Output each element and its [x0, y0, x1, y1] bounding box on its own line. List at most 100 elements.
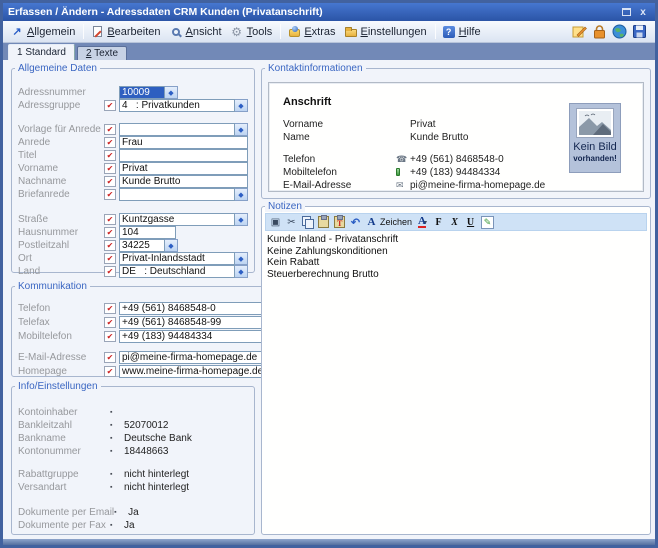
- folder-icon: [344, 25, 358, 38]
- edit-check-icon[interactable]: [104, 176, 116, 187]
- menu-bearbeiten[interactable]: Bearbeiten: [87, 23, 165, 40]
- italic-button[interactable]: X: [449, 215, 460, 229]
- font-color-button[interactable]: A ▾: [417, 215, 428, 229]
- edit-check-icon[interactable]: [104, 227, 116, 238]
- extras-box-icon: [287, 25, 301, 38]
- telefon-input[interactable]: +49 (561) 8468548-0: [119, 302, 266, 315]
- mobiltelefon-input[interactable]: +49 (183) 94484334: [119, 330, 266, 343]
- cut-icon[interactable]: [286, 215, 297, 229]
- adressnummer-input[interactable]: 10009: [119, 86, 165, 99]
- menu-ansicht[interactable]: Ansicht: [166, 23, 227, 40]
- bullet-icon: ▪: [110, 471, 124, 478]
- contact-note-pen-icon[interactable]: [572, 24, 587, 39]
- field-row-adressgruppe: Adressgruppe 4 : Privatkunden: [18, 100, 248, 111]
- paste-text-icon[interactable]: T: [334, 216, 345, 228]
- window-title: Erfassen / Ändern - Adressdaten CRM Kund…: [8, 6, 616, 18]
- menu-tools[interactable]: Tools: [227, 23, 278, 40]
- lock-icon[interactable]: [592, 24, 607, 39]
- expand-editor-icon[interactable]: [270, 215, 281, 229]
- dropdown-icon[interactable]: [235, 252, 248, 265]
- note-line: Kein Rabatt: [267, 257, 645, 269]
- vorlage-anrede-input[interactable]: [119, 123, 235, 136]
- field-row-anrede: Anrede Frau: [18, 137, 248, 148]
- adressgruppe-input[interactable]: 4 : Privatkunden: [119, 99, 235, 112]
- bold-button[interactable]: F: [433, 215, 444, 229]
- globe-icon[interactable]: [612, 24, 627, 39]
- menu-separator: [435, 24, 436, 39]
- notes-textarea[interactable]: Kunde Inland - Privatanschrift Keine Zah…: [262, 231, 650, 283]
- edit-check-icon[interactable]: [104, 150, 116, 161]
- titel-input[interactable]: [119, 149, 248, 162]
- dropdown-icon[interactable]: [235, 188, 248, 201]
- info-row-dokumente-fax: Dokumente per Fax ▪ Ja: [18, 520, 248, 531]
- postleitzahl-input[interactable]: 34225: [119, 239, 165, 252]
- ort-input[interactable]: Privat-Inlandsstadt: [119, 252, 235, 265]
- edit-check-icon[interactable]: [104, 240, 116, 251]
- hausnummer-input[interactable]: 104: [119, 226, 176, 239]
- briefanrede-input[interactable]: [119, 188, 235, 201]
- edit-check-icon[interactable]: [104, 317, 116, 328]
- insert-character-button[interactable]: A: [366, 215, 377, 229]
- edit-check-icon[interactable]: [104, 189, 116, 200]
- nachname-input[interactable]: Kunde Brutto: [119, 175, 248, 188]
- field-row-titel: Titel: [18, 150, 248, 161]
- strasse-input[interactable]: Kuntzgasse: [119, 213, 235, 226]
- edit-check-icon[interactable]: [104, 137, 116, 148]
- field-row-vorlage-anrede: Vorlage für Anrede: [18, 124, 248, 135]
- menu-hilfe[interactable]: Hilfe: [439, 23, 486, 40]
- bullet-icon: ▪: [110, 435, 124, 442]
- copy-icon[interactable]: [302, 215, 313, 229]
- app-window: Erfassen / Ändern - Adressdaten CRM Kund…: [0, 0, 658, 548]
- menu-einstellungen[interactable]: Einstellungen: [341, 23, 432, 40]
- info-row-bankleitzahl: Bankleitzahl ▪ 52070012: [18, 420, 248, 431]
- underline-button[interactable]: U: [465, 215, 476, 229]
- field-row-telefax: Telefax +49 (561) 8468548-99: [18, 317, 280, 328]
- homepage-input[interactable]: www.meine-firma-homepage.de: [119, 365, 266, 378]
- dropdown-icon[interactable]: [235, 265, 248, 278]
- tab-standard[interactable]: 1 Standard: [8, 44, 75, 60]
- edit-check-icon[interactable]: [104, 303, 116, 314]
- email-input[interactable]: pi@meine-firma-homepage.de: [119, 351, 266, 364]
- land-input[interactable]: DE : Deutschland: [119, 265, 235, 278]
- edit-check-icon[interactable]: [104, 124, 116, 135]
- toolbar-right: [572, 24, 651, 39]
- anrede-input[interactable]: Frau: [119, 136, 248, 149]
- paste-icon[interactable]: [318, 216, 329, 228]
- dropdown-icon[interactable]: [235, 213, 248, 226]
- field-row-email: E-Mail-Adresse pi@meine-firma-homepage.d…: [18, 352, 280, 363]
- tab-texte[interactable]: 2 Texte: [77, 46, 127, 60]
- undo-icon[interactable]: [350, 215, 361, 229]
- edit-note-icon[interactable]: [481, 216, 494, 229]
- contact-row-email: E-Mail-Adresse pi@meine-firma-homepage.d…: [283, 179, 643, 191]
- edit-check-icon[interactable]: [104, 214, 116, 225]
- telefax-input[interactable]: +49 (561) 8468548-99: [119, 316, 266, 329]
- menu-separator: [280, 24, 281, 39]
- note-line: Keine Zahlungskonditionen: [267, 246, 645, 258]
- edit-check-icon[interactable]: [104, 352, 116, 363]
- info-row-kontoinhaber: Kontoinhaber ▪: [18, 407, 248, 418]
- edit-check-icon[interactable]: [104, 100, 116, 111]
- bullet-icon: ▪: [110, 422, 124, 429]
- dropdown-icon[interactable]: [235, 123, 248, 136]
- bullet-icon: ▪: [110, 448, 124, 455]
- menu-extras[interactable]: Extras: [284, 23, 340, 40]
- edit-check-icon[interactable]: [104, 331, 116, 342]
- spinner-icon[interactable]: [165, 86, 178, 99]
- edit-check-icon[interactable]: [104, 266, 116, 277]
- spinner-icon[interactable]: [165, 239, 178, 252]
- arrow-icon: [10, 25, 24, 38]
- group-kommunikation: Kommunikation Telefon +49 (561) 8468548-…: [11, 281, 287, 377]
- vorname-input[interactable]: Privat: [119, 162, 248, 175]
- save-icon[interactable]: [632, 24, 647, 39]
- edit-check-icon[interactable]: [104, 253, 116, 264]
- edit-page-icon: [90, 25, 104, 38]
- menu-allgemein[interactable]: Allgemein: [7, 23, 80, 40]
- edit-check-icon[interactable]: [104, 366, 116, 377]
- dropdown-icon[interactable]: [235, 99, 248, 112]
- restore-button[interactable]: [619, 6, 633, 18]
- close-button[interactable]: x: [636, 6, 650, 18]
- field-row-adressnummer: Adressnummer 10009: [18, 87, 248, 98]
- edit-check-icon[interactable]: [104, 163, 116, 174]
- group-allgemeine-daten: Allgemeine Daten Adressnummer 10009 Adre…: [11, 63, 255, 273]
- menubar: Allgemein Bearbeiten Ansicht Tools Extra…: [3, 21, 655, 43]
